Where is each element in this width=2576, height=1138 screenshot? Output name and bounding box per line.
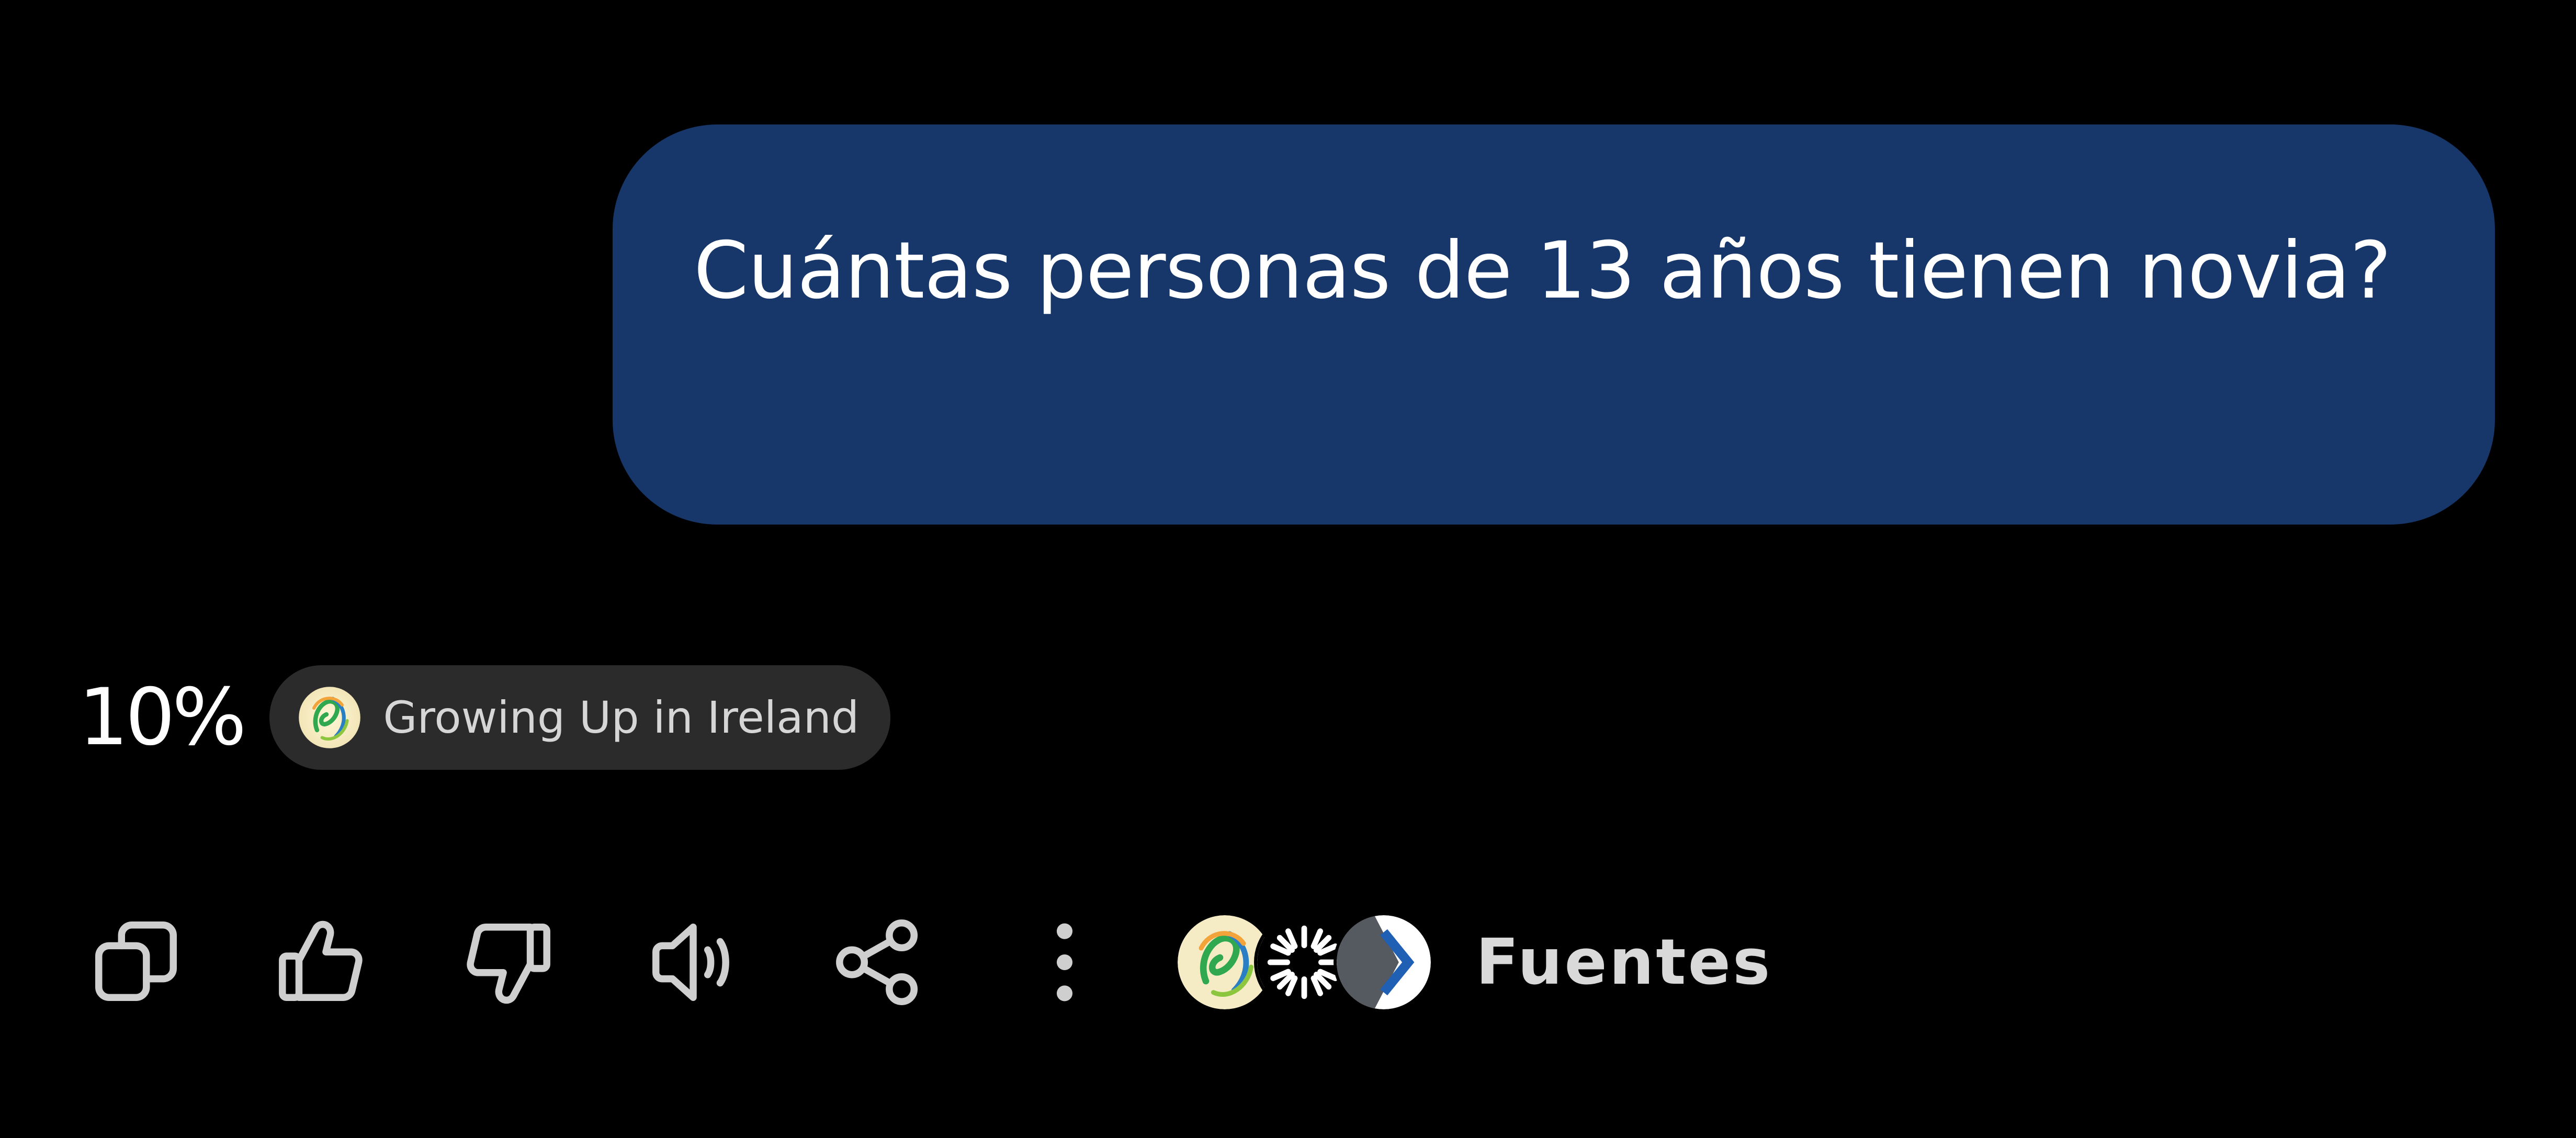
growing-up-in-ireland-logo-icon [298,686,361,749]
source-chip-label: Growing Up in Ireland [383,692,860,743]
speaker-icon [652,923,729,1002]
user-message-bubble: Cuántas personas de 13 años tienen novia… [613,124,2495,525]
thumbs-down-icon [467,923,550,1004]
response-toolbar: Fuentes [84,900,1772,1025]
more-vertical-icon [1056,923,1073,1002]
copy-button[interactable] [84,910,188,1015]
read-aloud-button[interactable] [641,910,745,1015]
answer-row: 10% Growing Up in Ireland [78,665,891,770]
share-button[interactable] [827,910,931,1015]
chevron-logo-icon [1334,912,1434,1012]
thumbs-up-icon [279,920,363,1002]
answer-value: 10% [78,672,246,763]
copy-icon [95,921,177,1002]
user-message-text: Cuántas personas de 13 años tienen novia… [694,225,2391,316]
thumbs-down-button[interactable] [455,910,560,1015]
source-chip[interactable]: Growing Up in Ireland [269,665,891,770]
thumbs-up-button[interactable] [269,910,374,1015]
more-options-button[interactable] [1012,910,1117,1015]
sources-label: Fuentes [1476,926,1772,999]
source-icons [1174,912,1434,1012]
sources-button[interactable]: Fuentes [1174,910,1772,1015]
share-icon [836,919,918,1005]
